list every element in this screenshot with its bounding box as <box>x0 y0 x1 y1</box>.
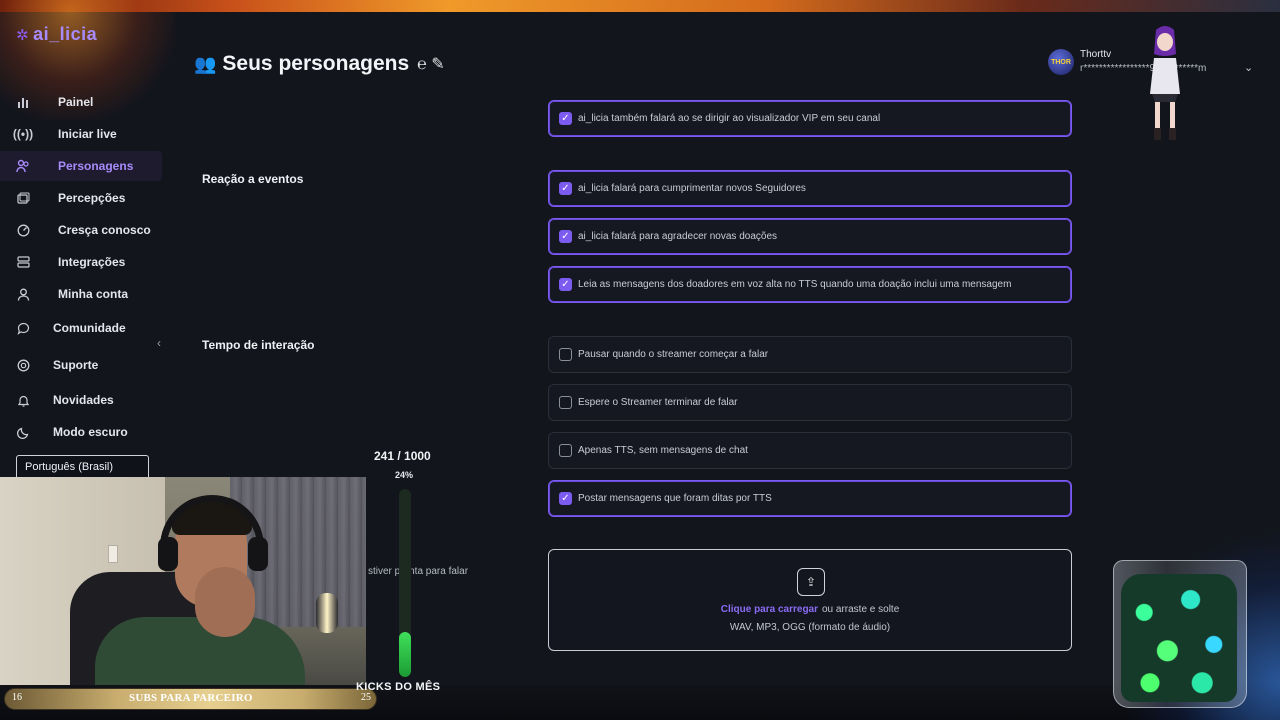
stream-fire-overlay-top <box>0 0 1280 12</box>
sidebar-item-label: Painel <box>58 95 94 109</box>
collapse-sidebar-icon[interactable]: ‹ <box>157 336 161 350</box>
user-icon <box>16 287 30 301</box>
broadcast-icon: ((•)) <box>12 127 34 141</box>
option-label: Espere o Streamer terminar de falar <box>578 397 738 408</box>
checkbox-unchecked-icon[interactable] <box>559 348 572 361</box>
option-label: Postar mensagens que foram ditas por TTS <box>578 493 772 504</box>
sidebar-item-label: Comunidade <box>53 321 126 335</box>
sidebar-item-label: Suporte <box>53 358 99 372</box>
sidebar-item-label: Iniciar live <box>58 127 117 141</box>
sidebar-item-label: Modo escuro <box>53 425 128 439</box>
option-label: Apenas TTS, sem mensagens de chat <box>578 445 748 456</box>
images-icon <box>16 191 30 205</box>
page-title-text: Seus personagens <box>222 52 410 75</box>
sidebar-item-painel[interactable]: Painel <box>0 87 162 117</box>
audio-upload-dropzone[interactable]: ⇪ Clique para carregar ou arraste e solte… <box>548 549 1072 651</box>
option-post-tts-messages[interactable]: ✓ Postar mensagens que foram ditas por T… <box>548 480 1072 517</box>
webcam-person-hand <box>195 567 255 637</box>
bar-chart-icon <box>16 95 30 109</box>
headset-ear-left <box>158 537 178 571</box>
server-icon <box>16 255 30 269</box>
sidebar-item-label: Integrações <box>58 255 126 269</box>
option-greet-followers[interactable]: ✓ ai_licia falará para cumprimentar novo… <box>548 170 1072 207</box>
upload-formats: WAV, MP3, OGG (formato de áudio) <box>729 622 891 633</box>
sidebar-item-label: Cresça conosco <box>58 223 151 237</box>
subs-current: 16 <box>12 692 22 703</box>
sidebar-item-novidades[interactable]: Novidades <box>0 385 162 415</box>
microphone-icon <box>316 593 338 633</box>
goal-title: KICKS DO MÊS <box>356 681 441 693</box>
sidebar-item-label: Novidades <box>53 393 114 407</box>
option-pause-when-streamer-talks[interactable]: Pausar quando o streamer começar a falar <box>548 336 1072 373</box>
checkbox-unchecked-icon[interactable] <box>559 444 572 457</box>
sidebar-item-label: Percepções <box>58 191 126 205</box>
option-thank-donations[interactable]: ✓ ai_licia falará para agradecer novas d… <box>548 218 1072 255</box>
avatar-text: THOR <box>1051 58 1071 66</box>
logo-text: ai_licia <box>33 24 98 44</box>
sidebar-item-label: Minha conta <box>58 287 129 301</box>
option-vip-viewer[interactable]: ✓ ai_licia também falará ao se dirigir a… <box>548 100 1072 137</box>
option-wait-streamer-finish[interactable]: Espere o Streamer terminar de falar <box>548 384 1072 421</box>
headset-ear-right <box>248 537 268 571</box>
checkbox-unchecked-icon[interactable] <box>559 396 572 409</box>
gauge-icon <box>16 223 30 237</box>
tip-jar-icon <box>1113 560 1247 708</box>
sidebar-item-percepcoes[interactable]: Percepções <box>0 183 162 213</box>
goal-progress-bar <box>399 489 411 677</box>
upload-drag-text: ou arraste e solte <box>822 604 900 615</box>
checkbox-checked-icon[interactable]: ✓ <box>559 112 572 125</box>
checkbox-checked-icon[interactable]: ✓ <box>559 278 572 291</box>
sidebar-item-integracoes[interactable]: Integrações <box>0 247 162 277</box>
tip-jar-contents <box>1121 574 1237 702</box>
sidebar-item-iniciar-live[interactable]: ((•)) Iniciar live <box>0 119 162 149</box>
avatar: THOR <box>1048 49 1074 75</box>
subs-target: 25 <box>361 692 371 703</box>
section-label-events: Reação a eventos <box>202 172 304 186</box>
checkbox-checked-icon[interactable]: ✓ <box>559 182 572 195</box>
lifebuoy-icon <box>16 358 30 372</box>
option-tts-only[interactable]: Apenas TTS, sem mensagens de chat <box>548 432 1072 469</box>
goal-percent: 24% <box>395 470 414 480</box>
upload-click-link[interactable]: Clique para carregar <box>721 604 818 615</box>
sidebar-item-cresca-conosco[interactable]: Cresça conosco <box>0 215 162 245</box>
option-label: ai_licia falará para agradecer novas doa… <box>578 231 778 242</box>
upload-section-label: stiver pronta para falar <box>368 566 469 577</box>
emoji-decoration-icon: ℮ ✎ <box>417 56 445 73</box>
goal-progress-fill <box>399 631 411 677</box>
sidebar-item-modo-escuro[interactable]: Modo escuro <box>0 417 162 447</box>
webcam-person-shirt <box>95 617 305 685</box>
users-icon: 👥 <box>194 53 217 74</box>
sidebar-item-personagens[interactable]: Personagens <box>0 151 162 181</box>
option-label: Pausar quando o streamer começar a falar <box>578 349 769 360</box>
webcam-overlay <box>0 477 366 685</box>
sidebar-item-comunidade[interactable]: Comunidade <box>0 313 162 343</box>
bell-icon <box>16 393 30 407</box>
logo-mark-icon: ✲ <box>16 27 30 44</box>
chat-icon <box>16 321 30 335</box>
option-label: ai_licia falará para cumprimentar novos … <box>578 183 806 194</box>
page-title: 👥 Seus personagens ℮ ✎ <box>194 52 445 76</box>
users-icon <box>16 159 30 173</box>
option-label: ai_licia também falará ao se dirigir ao … <box>578 113 881 124</box>
vtuber-avatar-image <box>1150 26 1180 140</box>
moon-icon <box>16 425 30 439</box>
option-read-donor-messages[interactable]: ✓ Leia as mensagens dos doadores em voz … <box>548 266 1072 303</box>
chevron-down-icon[interactable]: ⌄ <box>1244 61 1253 74</box>
checkbox-checked-icon[interactable]: ✓ <box>559 230 572 243</box>
checkbox-checked-icon[interactable]: ✓ <box>559 492 572 505</box>
app-logo[interactable]: ✲ ai_licia <box>16 24 97 45</box>
sidebar-item-suporte[interactable]: Suporte <box>0 350 162 380</box>
webcam-outlet <box>108 545 118 563</box>
goal-counter: 241 / 1000 <box>374 449 431 463</box>
sidebar-item-label: Personagens <box>58 159 134 173</box>
option-label: Leia as mensagens dos doadores em voz al… <box>578 279 1012 290</box>
section-label-timing: Tempo de interação <box>202 338 315 352</box>
sidebar-item-minha-conta[interactable]: Minha conta <box>0 279 162 309</box>
user-name: Thorttv <box>1080 49 1112 60</box>
upload-instructions: Clique para carregar ou arraste e solte <box>549 604 1071 615</box>
upload-cloud-icon: ⇪ <box>797 568 825 596</box>
subs-label: SUBS PARA PARCEIRO <box>129 692 253 704</box>
